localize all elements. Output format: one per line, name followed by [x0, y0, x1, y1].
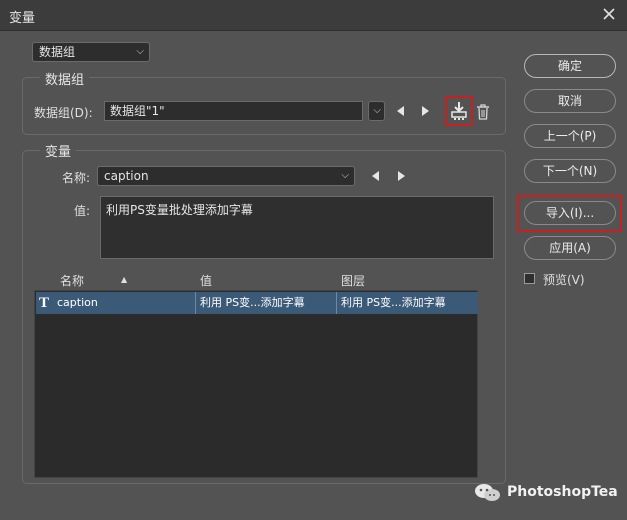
column-divider	[336, 292, 337, 314]
header-name[interactable]: 名称	[60, 272, 84, 289]
title-bar: 变量	[0, 0, 627, 31]
prev-button[interactable]: 上一个(P)	[524, 124, 616, 148]
sort-asc-icon: ▲	[121, 275, 128, 284]
chevron-down-icon: ⌵	[136, 46, 144, 57]
variable-name-select[interactable]: caption ⌵	[97, 166, 355, 186]
variable-legend: 变量	[40, 141, 77, 160]
row-value: 利用 PS变...添加字幕	[200, 296, 305, 309]
wechat-icon	[474, 483, 502, 503]
mode-select[interactable]: 数据组 ⌵	[32, 42, 150, 62]
variable-name-value: caption	[104, 169, 149, 183]
cancel-button[interactable]: 取消	[524, 89, 616, 113]
watermark-text: PhotoshopTea	[507, 484, 618, 500]
ok-button[interactable]: 确定	[524, 54, 616, 78]
table-row[interactable]: T caption 利用 PS变...添加字幕 利用 PS变...添加字幕	[36, 292, 478, 314]
import-button[interactable]: 导入(I)...	[524, 201, 616, 225]
save-data-group-icon[interactable]	[450, 101, 468, 121]
data-group-next-icon[interactable]	[418, 104, 432, 118]
data-group-prev-icon[interactable]	[394, 104, 408, 118]
name-label: 名称:	[62, 171, 91, 185]
data-group-field[interactable]: 数据组"1"	[104, 101, 363, 121]
chevron-down-icon: ⌵	[341, 170, 349, 181]
chevron-down-icon: ⌵	[373, 105, 381, 116]
preview-label: 预览(V)	[543, 273, 585, 287]
window-title: 变量	[9, 11, 36, 26]
text-layer-icon: T	[39, 295, 50, 311]
data-group-dropdown[interactable]: ⌵	[368, 101, 385, 121]
value-label: 值:	[74, 204, 91, 218]
row-layer: 利用 PS变...添加字幕	[341, 296, 446, 309]
variable-next-icon[interactable]	[394, 169, 408, 183]
preview-checkbox[interactable]	[524, 273, 535, 284]
header-layer[interactable]: 图层	[341, 272, 365, 289]
row-name: caption	[57, 296, 98, 309]
value-textarea[interactable]: 利用PS变量批处理添加字幕	[100, 196, 494, 259]
header-value[interactable]: 值	[200, 272, 212, 289]
value-text: 利用PS变量批处理添加字幕	[106, 203, 253, 217]
close-icon[interactable]	[601, 6, 617, 22]
column-divider	[195, 292, 196, 314]
variable-prev-icon[interactable]	[369, 169, 383, 183]
variable-list[interactable]: T caption 利用 PS变...添加字幕 利用 PS变...添加字幕	[34, 290, 478, 478]
apply-button[interactable]: 应用(A)	[524, 236, 616, 260]
next-button[interactable]: 下一个(N)	[524, 159, 616, 183]
trash-icon[interactable]	[476, 104, 490, 120]
mode-select-value: 数据组	[39, 45, 76, 59]
data-group-legend: 数据组	[40, 69, 90, 88]
data-group-label: 数据组(D):	[34, 106, 93, 120]
